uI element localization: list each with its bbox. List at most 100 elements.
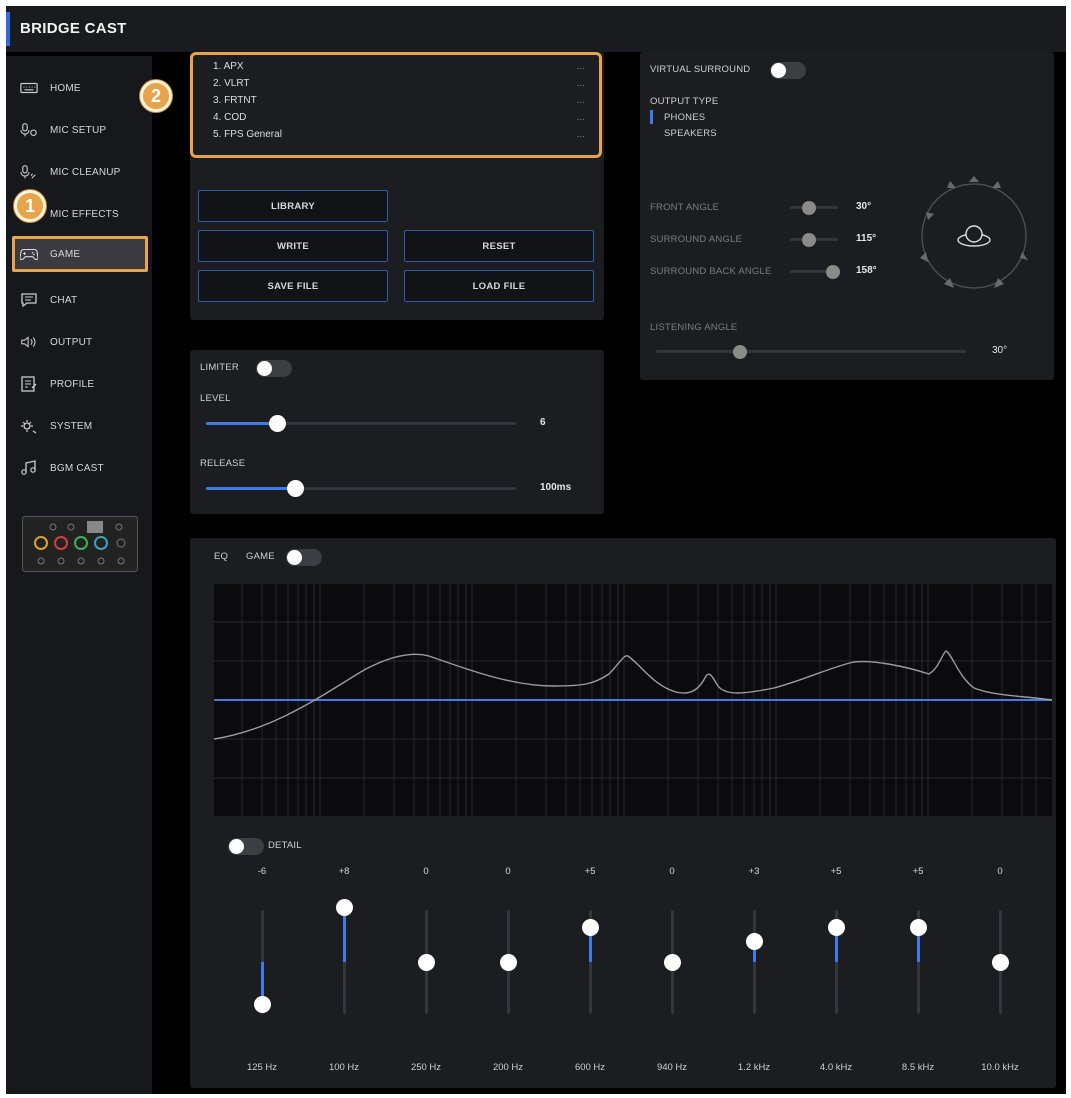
eq-toggle[interactable] — [286, 549, 322, 566]
surround-angle-value: 115° — [856, 233, 877, 244]
sidebar-item-label: MIC EFFECTS — [50, 208, 119, 220]
front-angle-slider[interactable] — [790, 201, 838, 215]
load-file-button[interactable]: LOAD FILE — [404, 270, 594, 302]
band-frequency: 10.0 kHz — [981, 1062, 1019, 1073]
toggle-knob — [229, 839, 244, 854]
band-gain: 0 — [997, 866, 1003, 877]
slider-thumb[interactable] — [268, 415, 286, 432]
library-button[interactable]: LIBRARY — [198, 190, 388, 222]
band-slider-knob[interactable] — [418, 954, 435, 971]
device-thumbnail — [22, 516, 138, 572]
band-slider-knob[interactable] — [254, 995, 271, 1013]
system-icon — [18, 418, 40, 434]
library-item[interactable]: 1. APX... — [213, 61, 599, 78]
more-icon[interactable]: ... — [577, 129, 585, 146]
eq-band: +5 600 Hz — [560, 866, 620, 1076]
sidebar-item-output[interactable]: OUTPUT — [12, 324, 148, 360]
selected-indicator — [650, 110, 653, 124]
release-slider[interactable] — [206, 480, 516, 497]
listening-angle-slider[interactable] — [656, 345, 966, 359]
level-label: LEVEL — [200, 393, 231, 404]
sidebar-item-label: BGM CAST — [50, 462, 104, 474]
band-frequency: 250 Hz — [410, 1062, 442, 1073]
band-slider-knob[interactable] — [582, 919, 599, 937]
output-type-label: OUTPUT TYPE — [650, 96, 719, 107]
listening-angle-value: 30° — [992, 345, 1008, 356]
band-frequency: 940 Hz — [656, 1062, 688, 1073]
surround-angle-label: SURROUND ANGLE — [650, 234, 743, 245]
band-frequency: 200 Hz — [492, 1062, 524, 1073]
sidebar-item-label: CHAT — [50, 294, 78, 306]
eq-band: -6 125 Hz — [232, 866, 292, 1076]
band-gain: +3 — [748, 866, 760, 877]
mic-setup-icon — [18, 122, 40, 138]
save-file-button[interactable]: SAVE FILE — [198, 270, 388, 302]
library-item[interactable]: 4. COD... — [213, 112, 599, 129]
more-icon[interactable]: ... — [577, 78, 585, 95]
band-slider-knob[interactable] — [992, 954, 1009, 971]
band-frequency: 4.0 kHz — [819, 1062, 853, 1073]
sidebar-item-profile[interactable]: PROFILE — [12, 366, 148, 402]
band-frequency: 600 Hz — [574, 1062, 606, 1073]
eq-band: +5 4.0 kHz — [806, 866, 866, 1076]
front-angle-value: 30° — [856, 201, 872, 212]
virtual-surround-toggle[interactable] — [770, 62, 806, 79]
band-gain: +5 — [584, 866, 596, 877]
band-slider-knob[interactable] — [664, 954, 681, 971]
band-slider-track[interactable] — [753, 910, 756, 1014]
sidebar-item-label: MIC CLEANUP — [50, 166, 121, 178]
app-title: BRIDGE CAST — [20, 20, 127, 37]
more-icon[interactable]: ... — [577, 95, 585, 112]
slider-thumb[interactable] — [732, 345, 747, 359]
sidebar-item-home[interactable]: HOME — [12, 70, 148, 106]
limiter-label: LIMITER — [200, 362, 239, 373]
sidebar-item-mic-setup[interactable]: MIC SETUP — [12, 112, 148, 148]
sidebar-item-chat[interactable]: CHAT — [12, 282, 148, 318]
level-slider[interactable] — [206, 415, 516, 432]
surround-back-angle-slider[interactable] — [790, 265, 841, 279]
title-bar: BRIDGE CAST — [6, 6, 1066, 52]
band-frequency: 1.2 kHz — [737, 1062, 771, 1073]
library-item[interactable]: 3. FRTNT... — [213, 95, 599, 112]
title-accent — [6, 12, 10, 46]
release-label: RELEASE — [200, 458, 246, 469]
eq-band: 0 200 Hz — [478, 866, 538, 1076]
library-list: 1. APX... 2. VLRT... 3. FRTNT... 4. COD.… — [190, 52, 602, 158]
virtual-surround-label: VIRTUAL SURROUND — [650, 64, 751, 75]
more-icon[interactable]: ... — [577, 112, 585, 129]
keyboard-icon — [18, 80, 40, 96]
band-slider-knob[interactable] — [500, 954, 517, 971]
surround-angle-slider[interactable] — [790, 233, 838, 247]
band-slider-knob[interactable] — [910, 919, 927, 937]
listener-head-icon — [957, 225, 991, 247]
output-option-speakers[interactable]: SPEAKERS — [664, 128, 717, 139]
sidebar-item-system[interactable]: SYSTEM — [12, 408, 148, 444]
sidebar-item-label: OUTPUT — [50, 336, 93, 348]
reset-button[interactable]: RESET — [404, 230, 594, 262]
band-slider-knob[interactable] — [828, 919, 845, 937]
eq-detail-toggle[interactable] — [228, 838, 264, 855]
speaker-icon — [18, 334, 40, 350]
band-slider-knob[interactable] — [336, 898, 353, 916]
sidebar-item-label: PROFILE — [50, 378, 95, 390]
write-button[interactable]: WRITE — [198, 230, 388, 262]
limiter-toggle[interactable] — [256, 360, 292, 377]
surround-back-angle-label: SURROUND BACK ANGLE — [650, 266, 772, 277]
band-slider-knob[interactable] — [746, 933, 763, 951]
more-icon[interactable]: ... — [577, 61, 585, 78]
eq-response-curve — [214, 650, 1052, 740]
output-option-phones[interactable]: PHONES — [664, 112, 705, 123]
eq-band: +3 1.2 kHz — [724, 866, 784, 1076]
eq-mode-label: GAME — [246, 551, 275, 562]
eq-detail-label: DETAIL — [268, 840, 302, 851]
library-item[interactable]: 5. FPS General... — [213, 129, 599, 146]
band-frequency: 8.5 kHz — [901, 1062, 935, 1073]
eq-response-graph — [214, 584, 1052, 816]
release-value: 100ms — [540, 482, 572, 493]
eq-label: EQ — [214, 551, 229, 562]
sidebar-item-bgm-cast[interactable]: BGM CAST — [12, 450, 148, 486]
sidebar-item-game[interactable]: GAME — [12, 236, 148, 272]
library-item[interactable]: 2. VLRT... — [213, 78, 599, 95]
sidebar-item-mic-cleanup[interactable]: MIC CLEANUP — [12, 154, 148, 190]
band-gain: +5 — [830, 866, 842, 877]
